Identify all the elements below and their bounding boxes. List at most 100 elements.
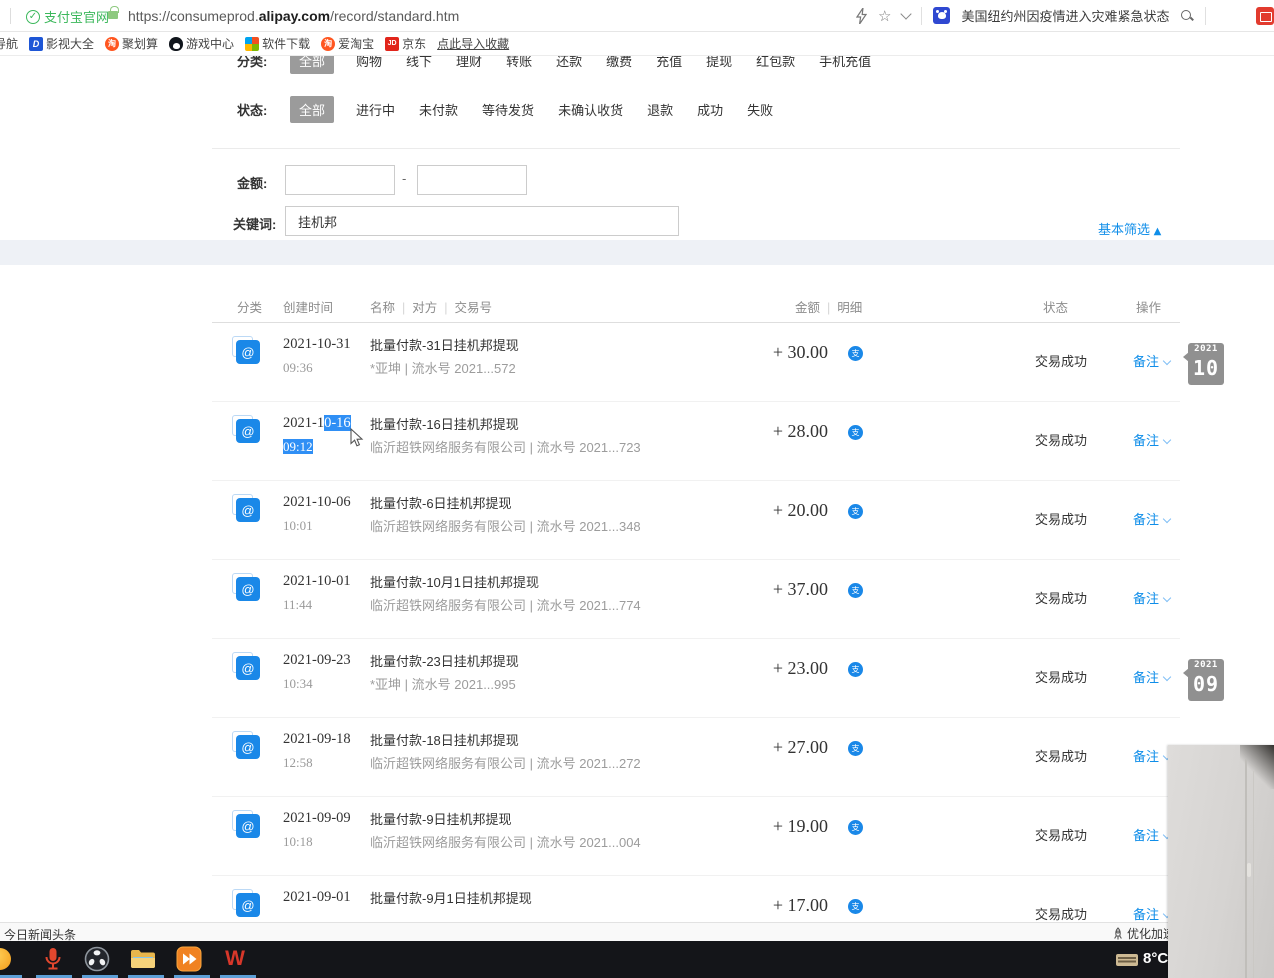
remark-action-link[interactable]: 备注 xyxy=(1133,588,1170,607)
alipay-detail-icon[interactable]: 支 xyxy=(848,346,863,361)
cat-row-option-9[interactable]: 红包款 xyxy=(754,56,797,74)
alipay-detail-icon[interactable]: 支 xyxy=(848,504,863,519)
cat-row-option-6[interactable]: 缴费 xyxy=(604,56,634,74)
alipay-detail-icon[interactable]: 支 xyxy=(848,583,863,598)
keyword-input[interactable] xyxy=(285,206,679,236)
browser-extension-icon[interactable] xyxy=(1256,7,1274,25)
taskbar-app-icon-partial[interactable] xyxy=(0,948,11,970)
status-row-option-5[interactable]: 退款 xyxy=(645,96,675,123)
microphone-app-icon[interactable] xyxy=(40,946,66,972)
bookmark-star-icon[interactable]: ☆ xyxy=(878,7,891,25)
badge-month: 10 xyxy=(1188,356,1224,380)
browser-bottom-bar: 今日新闻头条 优化加速 xyxy=(0,922,1274,941)
row-counterparty-txn: 临沂超铁网络服务有限公司 | 流水号 2021...272 xyxy=(370,753,641,772)
row-status: 交易成功 xyxy=(1035,825,1087,844)
bookmark-item-3[interactable]: 游戏中心 xyxy=(169,35,234,52)
address-bar-separator-2 xyxy=(1205,7,1206,25)
remark-action-link[interactable]: 备注 xyxy=(1133,351,1170,370)
row-counterparty-txn: *亚坤 | 流水号 2021...995 xyxy=(370,674,516,693)
amount-to-input[interactable] xyxy=(417,165,527,195)
url-text[interactable]: https://consumeprod.alipay.com/record/st… xyxy=(128,8,459,24)
lightning-icon[interactable] xyxy=(856,8,867,24)
news-ticker-text[interactable]: 美国纽约州因疫情进入灾难紧急状态 xyxy=(961,6,1169,25)
chevron-down-icon[interactable] xyxy=(901,8,912,19)
row-amount: + 30.00 xyxy=(688,342,828,363)
search-icon[interactable] xyxy=(1180,9,1194,23)
qq-penguin-icon xyxy=(169,37,183,51)
bookmark-item-0[interactable]: 导航 xyxy=(0,35,18,52)
status-row-option-6[interactable]: 成功 xyxy=(695,96,725,123)
bookmark-item-7[interactable]: 点此导入收藏 xyxy=(437,35,509,52)
row-status: 交易成功 xyxy=(1035,509,1087,528)
cat-row-option-7[interactable]: 充值 xyxy=(654,56,684,74)
cat-row-option-3[interactable]: 理财 xyxy=(454,56,484,74)
row-title[interactable]: 批量付款-23日挂机邦提现 xyxy=(370,651,519,670)
bookmark-label: 点此导入收藏 xyxy=(437,35,509,52)
status-row-option-7[interactable]: 失败 xyxy=(745,96,775,123)
remark-action-link[interactable]: 备注 xyxy=(1133,430,1170,449)
screen-recorder-icon[interactable] xyxy=(176,946,202,972)
selected-text: 09:12 xyxy=(283,439,313,454)
row-title[interactable]: 批量付款-9日挂机邦提现 xyxy=(370,809,512,828)
alipay-detail-icon[interactable]: 支 xyxy=(848,741,863,756)
row-title[interactable]: 批量付款-16日挂机邦提现 xyxy=(370,414,519,433)
remark-action-link[interactable]: 备注 xyxy=(1133,509,1170,528)
remark-action-link[interactable]: 备注 xyxy=(1133,746,1170,765)
row-counterparty-txn: 临沂超铁网络服务有限公司 | 流水号 2021...004 xyxy=(370,832,641,851)
row-title[interactable]: 批量付款-6日挂机邦提现 xyxy=(370,493,512,512)
alipay-detail-icon[interactable]: 支 xyxy=(848,662,863,677)
remark-action-link[interactable]: 备注 xyxy=(1133,904,1170,922)
remark-action-link[interactable]: 备注 xyxy=(1133,667,1170,686)
row-amount: + 27.00 xyxy=(688,737,828,758)
amount-from-input[interactable] xyxy=(285,165,395,195)
row-title[interactable]: 批量付款-31日挂机邦提现 xyxy=(370,335,519,354)
bookmark-item-1[interactable]: D影视大全 xyxy=(29,35,94,52)
remark-action-link[interactable]: 备注 xyxy=(1133,825,1170,844)
site-verified-badge[interactable]: ✓ 支付宝官网 xyxy=(26,7,109,26)
weather-temperature[interactable]: 8°C xyxy=(1143,950,1168,967)
obs-studio-icon[interactable] xyxy=(84,946,110,972)
basic-filter-toggle[interactable]: 基本筛选 ▲ xyxy=(1098,219,1161,238)
status-row-option-4[interactable]: 未确认收货 xyxy=(556,96,625,123)
remark-label: 备注 xyxy=(1133,512,1159,527)
cat-row-option-2[interactable]: 线下 xyxy=(404,56,434,74)
header-amount: 金额 xyxy=(795,301,820,315)
bookmark-item-5[interactable]: 淘爱淘宝 xyxy=(321,35,374,52)
cat-row-option-8[interactable]: 提现 xyxy=(704,56,734,74)
alipay-detail-icon[interactable]: 支 xyxy=(848,820,863,835)
cat-row-option-1[interactable]: 购物 xyxy=(354,56,384,74)
card-front-icon: @ xyxy=(236,735,260,759)
card-front-icon: @ xyxy=(236,577,260,601)
browser-address-bar: ✓ 支付宝官网 https://consumeprod.alipay.com/r… xyxy=(0,0,1274,32)
bookmark-item-4[interactable]: 软件下载 xyxy=(245,35,310,52)
input-method-keyboard-icon[interactable] xyxy=(1116,954,1138,966)
row-title[interactable]: 批量付款-10月1日挂机邦提现 xyxy=(370,572,539,591)
bookmark-item-2[interactable]: 淘聚划算 xyxy=(105,35,158,52)
amount-filter-label: 金额: xyxy=(237,173,267,192)
row-title[interactable]: 批量付款-18日挂机邦提现 xyxy=(370,730,519,749)
cat-row-option-10[interactable]: 手机充值 xyxy=(817,56,873,74)
header-amount-group: 金额|明细 xyxy=(795,297,862,316)
status-row-option-2[interactable]: 未付款 xyxy=(417,96,460,123)
cat-row-option-4[interactable]: 转账 xyxy=(504,56,534,74)
status-row-option-0[interactable]: 全部 xyxy=(290,96,334,123)
alipay-detail-icon[interactable]: 支 xyxy=(848,425,863,440)
cat-row-option-5[interactable]: 还款 xyxy=(554,56,584,74)
row-status: 交易成功 xyxy=(1035,351,1087,370)
remark-label: 备注 xyxy=(1133,907,1159,922)
row-title[interactable]: 批量付款-9月1日挂机邦提现 xyxy=(370,888,532,907)
cat-row-option-0[interactable]: 全部 xyxy=(290,56,334,74)
status-row-option-1[interactable]: 进行中 xyxy=(354,96,397,123)
remark-label: 备注 xyxy=(1133,670,1159,685)
row-amount: + 19.00 xyxy=(688,816,828,837)
row-status: 交易成功 xyxy=(1035,904,1087,922)
url-path: /record/standard.htm xyxy=(330,8,459,24)
file-explorer-icon[interactable] xyxy=(130,949,156,975)
speed-up-button[interactable]: 优化加速 xyxy=(1112,925,1175,942)
alipay-detail-icon[interactable]: 支 xyxy=(848,899,863,914)
status-row-option-3[interactable]: 等待发货 xyxy=(480,96,536,123)
bookmark-label: 聚划算 xyxy=(122,35,158,52)
row-counterparty-txn: *亚坤 | 流水号 2021...572 xyxy=(370,358,516,377)
bookmark-item-6[interactable]: JD京东 xyxy=(385,35,426,52)
wps-office-icon[interactable]: W xyxy=(222,946,248,972)
